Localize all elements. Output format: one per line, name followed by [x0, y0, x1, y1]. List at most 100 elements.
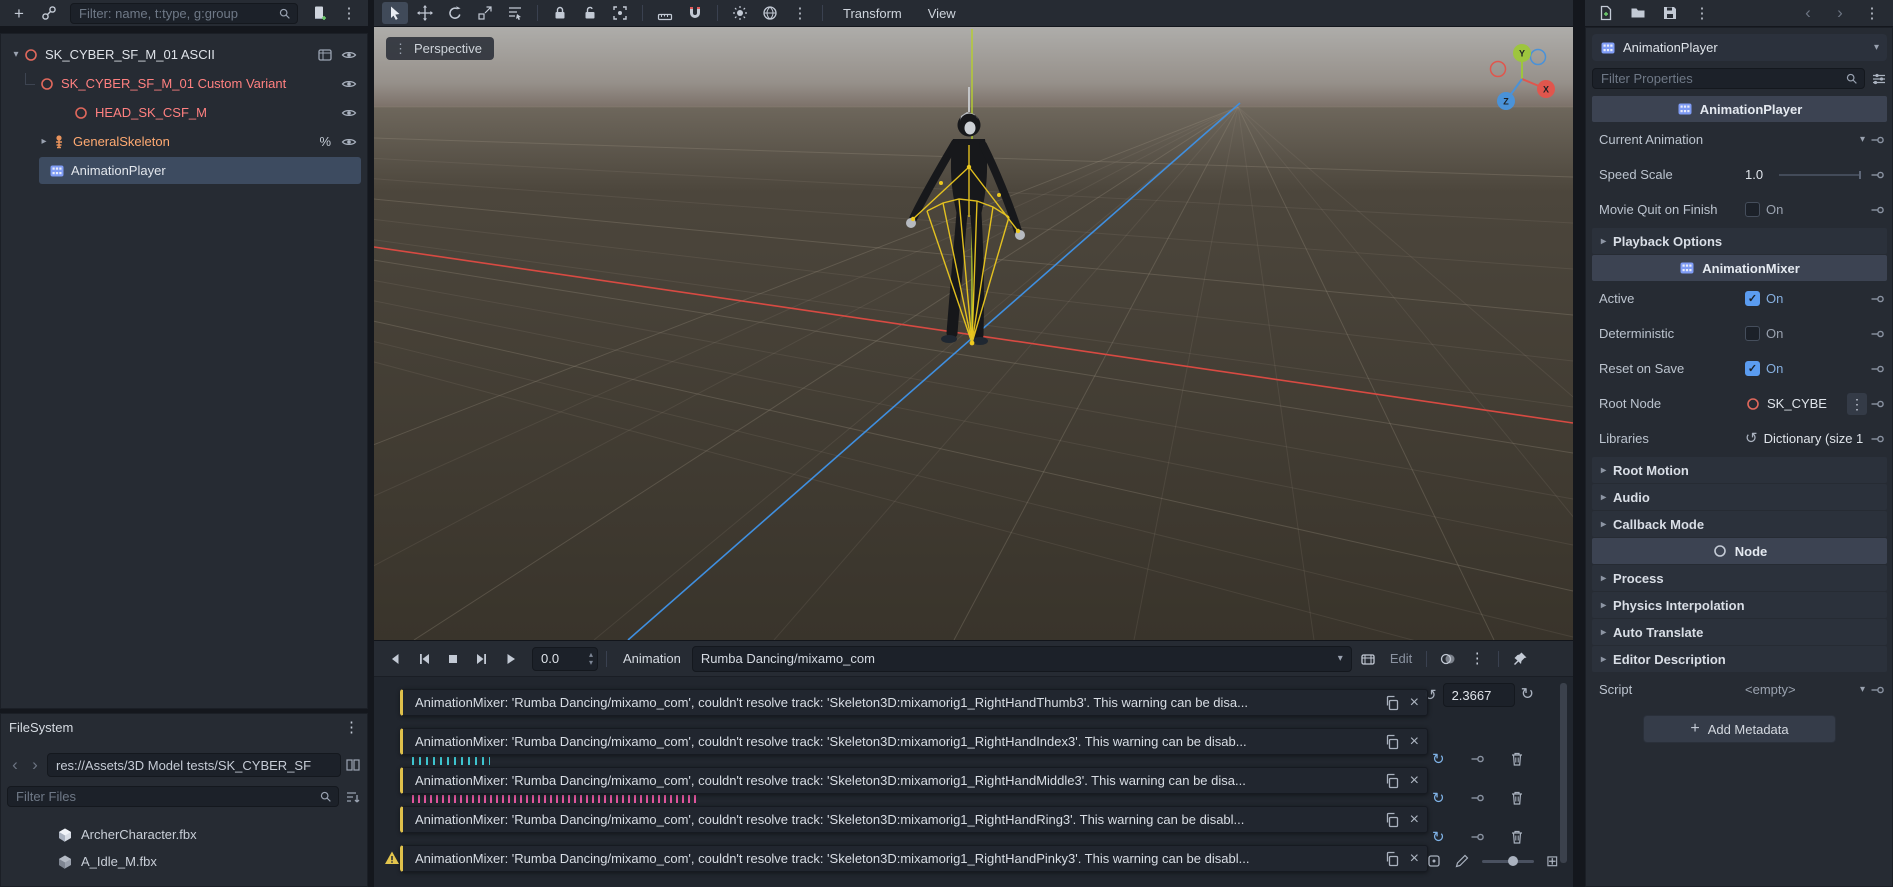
- group-editor-description[interactable]: ▸ Editor Description: [1592, 646, 1887, 672]
- filesystem-menu-icon[interactable]: ⋮: [344, 720, 359, 735]
- link-value-icon[interactable]: [1869, 682, 1885, 698]
- loop-button[interactable]: ↻: [1521, 687, 1534, 703]
- stop-button[interactable]: [440, 647, 466, 671]
- group-physics-interpolation[interactable]: ▸ Physics Interpolation: [1592, 592, 1887, 618]
- link-value-icon[interactable]: [1869, 396, 1885, 412]
- scene-tree-menu-button[interactable]: ⋮: [336, 2, 362, 24]
- copy-icon[interactable]: [1384, 734, 1400, 750]
- attach-script-button[interactable]: [306, 2, 332, 24]
- revert-icon[interactable]: ↺: [1745, 431, 1758, 446]
- new-resource-button[interactable]: [1593, 2, 1619, 24]
- fs-back-button[interactable]: ‹: [7, 755, 23, 775]
- load-resource-button[interactable]: [1625, 2, 1651, 24]
- collapse-closed-icon[interactable]: ▸: [37, 136, 51, 147]
- speed-scale-slider[interactable]: [1779, 170, 1861, 179]
- transform-menu[interactable]: Transform: [832, 6, 913, 21]
- scale-tool-button[interactable]: [472, 2, 498, 24]
- link-value-icon[interactable]: [1869, 431, 1885, 447]
- wrap-mode-icon[interactable]: ↻: [1432, 830, 1445, 845]
- filesystem-filter-input[interactable]: [7, 786, 339, 807]
- zoom-slider[interactable]: [1482, 855, 1534, 866]
- link-value-icon[interactable]: [1869, 326, 1885, 342]
- root-node-value[interactable]: SK_CYBE: [1767, 396, 1827, 411]
- split-view-icon[interactable]: [345, 757, 361, 773]
- add-node-button[interactable]: +: [6, 2, 32, 24]
- group-process[interactable]: ▸ Process: [1592, 565, 1887, 591]
- group-root-motion[interactable]: ▸ Root Motion: [1592, 457, 1887, 483]
- visibility-eye-icon[interactable]: [341, 76, 357, 92]
- link-value-icon[interactable]: [1869, 132, 1885, 148]
- edit-button[interactable]: Edit: [1384, 651, 1418, 666]
- current-animation-dropdown[interactable]: ▾: [1745, 128, 1867, 152]
- sort-filter-icon[interactable]: [345, 789, 361, 805]
- inspector-filter-input[interactable]: [1592, 68, 1865, 89]
- track-link-icon[interactable]: [1469, 751, 1485, 767]
- visibility-eye-icon[interactable]: [341, 47, 357, 63]
- delete-track-icon[interactable]: [1509, 751, 1525, 767]
- category-node[interactable]: Node: [1592, 538, 1887, 564]
- copy-icon[interactable]: [1384, 695, 1400, 711]
- group-nodes-button[interactable]: [607, 2, 633, 24]
- history-menu-button[interactable]: ⋮: [1859, 2, 1885, 24]
- resource-menu-button[interactable]: ⋮: [1689, 2, 1715, 24]
- group-auto-translate[interactable]: ▸ Auto Translate: [1592, 619, 1887, 645]
- delete-track-icon[interactable]: [1509, 790, 1525, 806]
- spin-arrows[interactable]: ▴ ▾: [589, 650, 593, 667]
- reset-on-save-checkbox[interactable]: ✓: [1745, 361, 1760, 376]
- inspected-node-selector[interactable]: AnimationPlayer ▾: [1592, 34, 1887, 61]
- add-metadata-button[interactable]: + Add Metadata: [1643, 715, 1836, 743]
- animation-panel-menu-button[interactable]: ⋮: [1464, 647, 1490, 671]
- scene-badge-icon[interactable]: [317, 47, 333, 63]
- sun-preview-button[interactable]: [727, 2, 753, 24]
- link-value-icon[interactable]: [1869, 202, 1885, 218]
- preview-settings-button[interactable]: ⋮: [787, 2, 813, 24]
- visibility-eye-icon[interactable]: [341, 105, 357, 121]
- copy-icon[interactable]: [1384, 812, 1400, 828]
- track-scrollbar[interactable]: [1560, 683, 1567, 863]
- copy-icon[interactable]: [1384, 773, 1400, 789]
- track-link-icon[interactable]: [1469, 790, 1485, 806]
- pin-panel-button[interactable]: [1507, 647, 1533, 671]
- animation-select-dropdown[interactable]: Rumba Dancing/mixamo_com ▾: [691, 645, 1352, 672]
- lock-node-button[interactable]: [547, 2, 573, 24]
- close-icon[interactable]: ×: [1410, 811, 1419, 828]
- history-forward-button[interactable]: ›: [1827, 2, 1853, 24]
- copy-icon[interactable]: [1384, 851, 1400, 867]
- tree-row-head[interactable]: HEAD_SK_CSF_M: [1, 98, 367, 127]
- close-icon[interactable]: ×: [1410, 733, 1419, 750]
- deterministic-checkbox[interactable]: [1745, 326, 1760, 341]
- zoom-fit-icon[interactable]: ⊞: [1546, 854, 1559, 869]
- save-resource-button[interactable]: [1657, 2, 1683, 24]
- tree-row-animation-player[interactable]: AnimationPlayer: [1, 156, 367, 185]
- track-link-icon[interactable]: [1469, 829, 1485, 845]
- filter-options-icon[interactable]: [1871, 71, 1887, 87]
- select-tool-button[interactable]: [382, 2, 408, 24]
- tree-row-root[interactable]: ▾ SK_CYBER_SF_M_01 ASCII: [1, 40, 367, 69]
- close-icon[interactable]: ×: [1410, 772, 1419, 789]
- zoom-slider-handle[interactable]: [1508, 855, 1518, 866]
- environment-preview-button[interactable]: [757, 2, 783, 24]
- instance-scene-button[interactable]: [36, 2, 62, 24]
- scene-filter-input[interactable]: [70, 2, 298, 24]
- group-audio[interactable]: ▸ Audio: [1592, 484, 1887, 510]
- category-animationmixer[interactable]: AnimationMixer: [1592, 255, 1887, 281]
- active-checkbox[interactable]: ✓: [1745, 291, 1760, 306]
- fs-path-breadcrumb[interactable]: res://Assets/3D Model tests/SK_CYBER_SF: [47, 753, 341, 777]
- movie-quit-checkbox[interactable]: [1745, 202, 1760, 217]
- link-value-icon[interactable]: [1869, 361, 1885, 377]
- play-button[interactable]: [498, 647, 524, 671]
- snap-toggle-button[interactable]: [682, 2, 708, 24]
- category-animationplayer[interactable]: AnimationPlayer: [1592, 96, 1887, 122]
- edit-curves-icon[interactable]: [1454, 853, 1470, 869]
- move-tool-button[interactable]: [412, 2, 438, 24]
- file-item[interactable]: ArcherCharacter.fbx: [1, 821, 367, 848]
- history-back-button[interactable]: ‹: [1795, 2, 1821, 24]
- speed-scale-value[interactable]: 1.0: [1745, 167, 1763, 182]
- script-dropdown[interactable]: <empty> ▾: [1745, 678, 1867, 702]
- play-backwards-button[interactable]: [382, 647, 408, 671]
- close-icon[interactable]: ×: [1410, 850, 1419, 867]
- link-value-icon[interactable]: [1869, 167, 1885, 183]
- perspective-button[interactable]: ⋮ Perspective: [386, 37, 494, 60]
- group-playback-options[interactable]: ▸ Playback Options: [1592, 228, 1887, 254]
- file-item[interactable]: A_Idle_M.fbx: [1, 848, 367, 875]
